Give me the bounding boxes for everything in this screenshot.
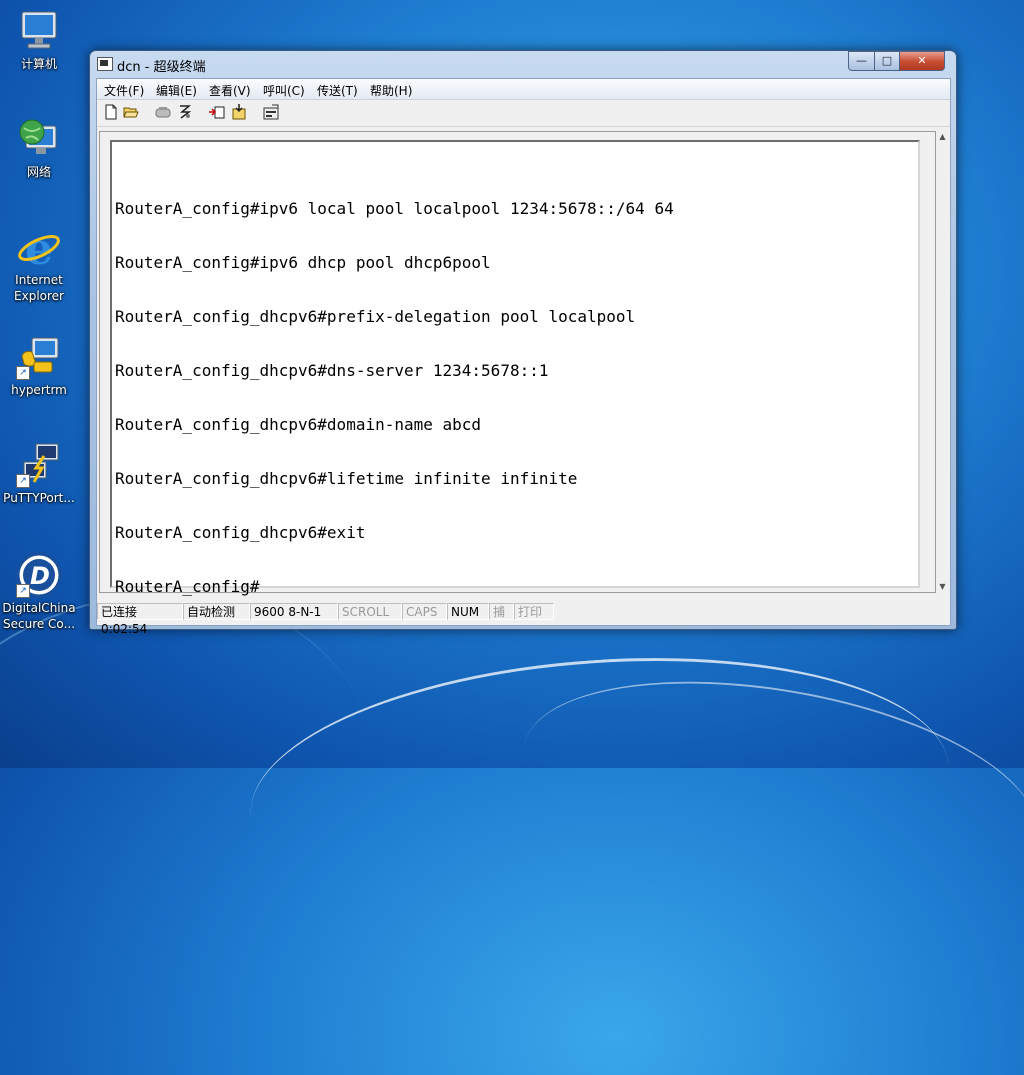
menu-call[interactable]: 呼叫(C)	[263, 82, 305, 99]
svg-text:D: D	[30, 562, 50, 590]
digitalchina-logo-icon: D ↗	[16, 552, 62, 598]
desktop-icon-label: hypertrm	[11, 383, 67, 397]
status-detect: 自动检测	[183, 603, 250, 620]
terminal-line: RouterA_config#	[115, 577, 260, 596]
menu-help[interactable]: 帮助(H)	[370, 82, 412, 99]
scroll-down-icon[interactable]: ▼	[937, 581, 948, 593]
status-print: 打印	[514, 603, 554, 620]
window-client-area: 文件(F) 编辑(E) 查看(V) 呼叫(C) 传送(T) 帮助(H) Rout…	[96, 78, 951, 636]
vertical-scrollbar[interactable]: ▲ ▼	[936, 131, 949, 593]
toolbar	[97, 100, 950, 127]
desktop-icon-label: PuTTYPort...	[3, 491, 75, 505]
status-num: NUM	[447, 603, 489, 620]
terminal-line: RouterA_config_dhcpv6#lifetime infinite …	[115, 469, 578, 488]
close-button[interactable]: ✕	[899, 51, 945, 71]
disconnect-icon[interactable]	[155, 104, 171, 120]
desktop-icon-internet-explorer[interactable]: e Internet Explorer	[2, 224, 76, 304]
hyperterminal-window: dcn - 超级终端 — □ ✕ 文件(F) 编辑(E) 查看(V) 呼叫(C)…	[89, 50, 957, 636]
menu-bar: 文件(F) 编辑(E) 查看(V) 呼叫(C) 传送(T) 帮助(H)	[97, 79, 950, 100]
shortcut-arrow-icon: ↗	[16, 584, 30, 598]
wallpaper-swoosh	[506, 646, 1024, 936]
terminal-line: RouterA_config_dhcpv6#prefix-delegation …	[115, 307, 636, 326]
desktop-icon-hypertrm[interactable]: ↗ hypertrm	[2, 334, 76, 398]
hyperterminal-icon: ↗	[16, 334, 62, 380]
terminal-line: RouterA_config_dhcpv6#dns-server 1234:56…	[115, 361, 549, 380]
shortcut-arrow-icon: ↗	[16, 366, 30, 380]
properties-icon[interactable]	[263, 104, 279, 120]
terminal-line: RouterA_config_dhcpv6#exit	[115, 523, 366, 542]
desktop-icon-network[interactable]: 网络	[2, 116, 76, 180]
desktop-icon-label: 计算机	[20, 57, 57, 71]
terminal-line: RouterA_config_dhcpv6#domain-name abcd	[115, 415, 482, 434]
wallpaper-swoosh	[241, 635, 959, 948]
desktop-icon-digitalchina[interactable]: D ↗ DigitalChina Secure Co...	[2, 552, 76, 632]
internet-explorer-icon: e	[16, 224, 62, 275]
title-bar[interactable]: dcn - 超级终端 — □ ✕	[90, 51, 956, 77]
new-icon[interactable]	[103, 104, 119, 120]
putty-icon: ↗	[16, 442, 62, 488]
terminal-output: RouterA_config#ipv6 local pool localpool…	[115, 164, 674, 632]
receive-icon[interactable]	[231, 104, 247, 120]
network-globe-icon	[16, 116, 62, 162]
status-connection-time: 已连接 0:02:54	[97, 603, 183, 636]
terminal-frame: RouterA_config#ipv6 local pool localpool…	[99, 131, 936, 596]
status-caps: CAPS	[402, 603, 447, 620]
status-capture: 捕	[489, 603, 514, 620]
minimize-button[interactable]: —	[848, 51, 875, 71]
menu-transfer[interactable]: 传送(T)	[317, 82, 358, 99]
desktop-icon-computer[interactable]: 计算机	[2, 8, 76, 72]
desktop-icon-putty[interactable]: ↗ PuTTYPort...	[2, 442, 76, 506]
scroll-up-icon[interactable]: ▲	[937, 131, 948, 143]
menu-view[interactable]: 查看(V)	[209, 82, 251, 99]
desktop-icon-label: 网络	[26, 165, 51, 179]
status-port-settings: 9600 8-N-1	[250, 603, 338, 620]
terminal-line: RouterA_config#ipv6 local pool localpool…	[115, 199, 674, 218]
desktop-icon-label: Internet Explorer	[14, 273, 64, 303]
status-bar: 已连接 0:02:54 自动检测 9600 8-N-1 SCROLL CAPS …	[97, 601, 950, 636]
svg-text:e: e	[25, 224, 53, 270]
terminal-line: RouterA_config#ipv6 dhcp pool dhcp6pool	[115, 253, 491, 272]
menu-file[interactable]: 文件(F)	[104, 82, 144, 99]
open-icon[interactable]	[123, 104, 139, 120]
desktop-icon-label: DigitalChina Secure Co...	[2, 601, 76, 631]
window-title: dcn - 超级终端	[117, 60, 206, 75]
shortcut-arrow-icon: ↗	[16, 474, 30, 488]
app-terminal-icon[interactable]	[97, 57, 113, 71]
menu-edit[interactable]: 编辑(E)	[156, 82, 197, 99]
maximize-button[interactable]: □	[874, 51, 900, 71]
computer-icon	[16, 8, 62, 54]
send-icon[interactable]	[209, 104, 225, 120]
dial-icon[interactable]	[177, 104, 193, 120]
terminal-screen[interactable]: RouterA_config#ipv6 local pool localpool…	[110, 140, 920, 596]
status-scroll: SCROLL	[338, 603, 402, 620]
